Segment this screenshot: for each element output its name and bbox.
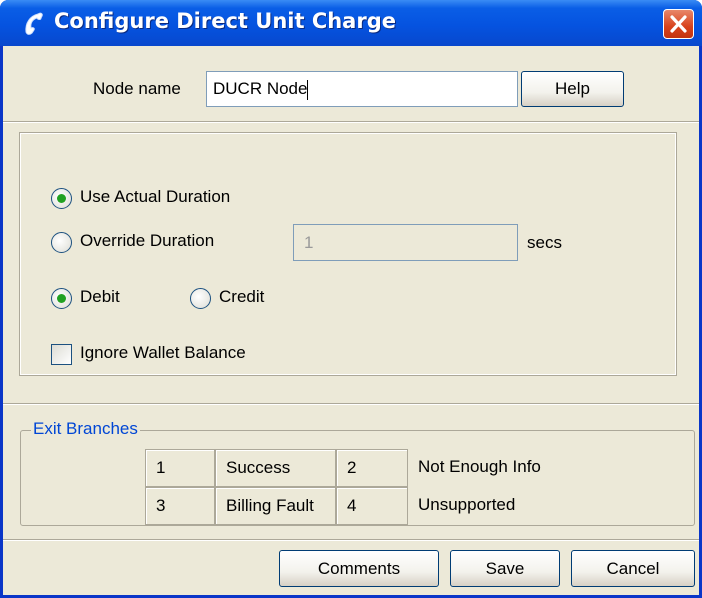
- exit-branch-number: 4: [336, 487, 408, 525]
- exit-branch-number: 1: [145, 449, 215, 487]
- radio-selected-dot: [57, 194, 66, 203]
- ignore-wallet-balance-checkbox[interactable]: [51, 344, 72, 365]
- ignore-wallet-balance-label: Ignore Wallet Balance: [80, 343, 246, 362]
- use-actual-duration-radio[interactable]: [51, 188, 72, 209]
- node-name-label: Node name: [93, 79, 181, 98]
- dialog-content: Node name DUCR Node Help Use Actual Dura…: [3, 46, 699, 595]
- help-button[interactable]: Help: [521, 71, 624, 107]
- override-duration-label: Override Duration: [80, 231, 215, 250]
- divider: [3, 121, 699, 123]
- save-button[interactable]: Save: [450, 550, 560, 587]
- override-duration-input[interactable]: 1: [293, 224, 518, 261]
- node-name-input[interactable]: DUCR Node: [206, 71, 518, 107]
- title-bar[interactable]: Configure Direct Unit Charge: [0, 0, 702, 46]
- debit-radio[interactable]: [51, 288, 72, 309]
- dialog-window: Configure Direct Unit Charge Node name D…: [0, 0, 702, 598]
- comments-button[interactable]: Comments: [279, 550, 439, 587]
- node-name-value: DUCR Node: [213, 79, 308, 98]
- exit-branch-number: 3: [145, 487, 215, 525]
- divider: [3, 539, 699, 541]
- exit-branch-label: Success: [215, 449, 336, 487]
- exit-branch-number: 2: [336, 449, 408, 487]
- debit-label: Debit: [80, 287, 120, 306]
- cancel-button[interactable]: Cancel: [571, 550, 695, 587]
- radio-selected-dot: [57, 294, 66, 303]
- exit-branch-label: Billing Fault: [215, 487, 336, 525]
- exit-branches-title: Exit Branches: [31, 419, 140, 439]
- close-button[interactable]: [663, 9, 694, 39]
- phone-icon: [25, 12, 43, 35]
- use-actual-duration-label: Use Actual Duration: [80, 187, 231, 206]
- credit-label: Credit: [219, 287, 265, 306]
- exit-branch-label: Not Enough Info: [418, 457, 541, 476]
- exit-branch-label: Unsupported: [418, 495, 516, 514]
- close-icon: [670, 15, 687, 33]
- divider: [3, 403, 699, 405]
- override-duration-radio[interactable]: [51, 232, 72, 253]
- secs-label: secs: [527, 233, 562, 252]
- window-title: Configure Direct Unit Charge: [54, 9, 396, 33]
- credit-radio[interactable]: [190, 288, 211, 309]
